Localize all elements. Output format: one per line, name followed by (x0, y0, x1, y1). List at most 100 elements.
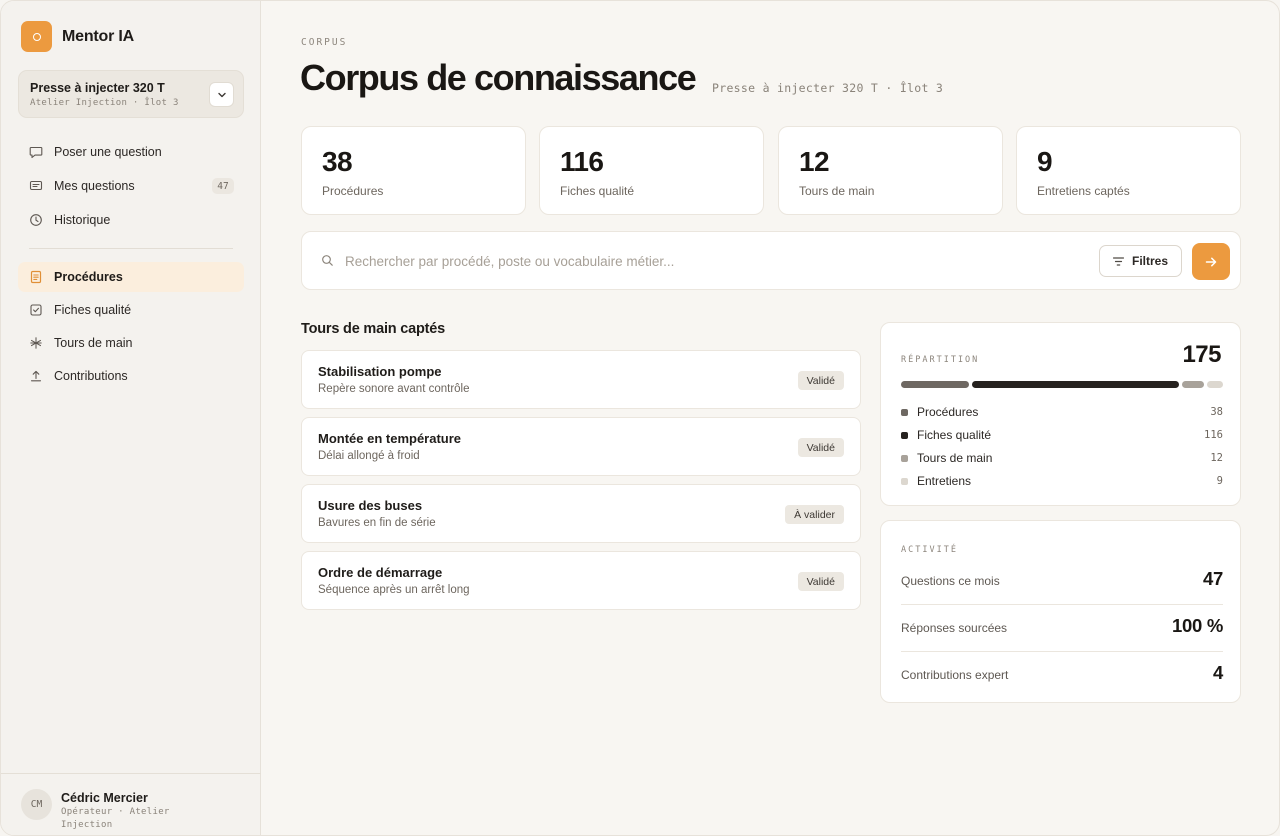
stat-value: 9 (1037, 146, 1053, 177)
nav-item-procedures[interactable]: Procédures (18, 262, 244, 292)
activity-value: 4 (1213, 662, 1223, 683)
nav-item-label: Procédures (54, 270, 123, 284)
chevron-down-icon[interactable] (209, 82, 234, 107)
legend-row: Entretiens 9 (901, 473, 1223, 489)
legend-value: 38 (1210, 406, 1223, 418)
arrow-right-icon (1205, 257, 1217, 266)
stat-label: Fiches qualité (560, 184, 635, 198)
legend-row: Procédures 38 (901, 404, 1223, 420)
activity-label: Questions ce mois (901, 574, 1000, 588)
page-subtitle: Presse à injecter 320 T · Îlot 3 (712, 81, 944, 95)
stat-label: Procédures (322, 184, 384, 198)
user-role: Opérateur · Atelier Injection (61, 807, 170, 830)
search-icon (321, 254, 334, 272)
activity-label: Contributions expert (901, 668, 1009, 682)
user-name: Cédric Mercier (61, 791, 148, 805)
machine-subtitle: Atelier Injection · Îlot 3 (30, 98, 179, 108)
panel-eyebrow: ACTIVITÉ (901, 545, 958, 555)
item-title: Usure des buses (318, 498, 423, 513)
filters-label: Filtres (1131, 254, 1168, 268)
list-item[interactable]: Montée en température Délai allongé à fr… (301, 417, 861, 476)
status-badge: Validé (797, 572, 844, 591)
item-title: Stabilisation pompe (318, 364, 442, 379)
stat-value: 12 (799, 146, 830, 177)
activite-panel: ACTIVITÉ Questions ce mois 47 Réponses s… (880, 520, 1241, 703)
page-title: Corpus de connaissance (300, 57, 697, 98)
app-window: Mentor IA Presse à injecter 320 T Atelie… (0, 0, 1280, 836)
nav-item-tours-de-main[interactable]: Tours de main (18, 328, 244, 358)
legend-label: Entretiens (917, 474, 972, 488)
list-item[interactable]: Stabilisation pompe Repère sonore avant … (301, 350, 861, 409)
nav-item-label: Historique (54, 213, 111, 227)
list-item[interactable]: Ordre de démarrage Séquence après un arr… (301, 551, 861, 610)
filters-button[interactable]: Filtres (1099, 245, 1182, 277)
nav-item-contributions[interactable]: Contributions (18, 361, 244, 391)
nav-divider (29, 248, 233, 249)
stat-label: Tours de main (799, 184, 875, 198)
stat-card-procedures: 38 Procédures (301, 126, 526, 215)
nav-item-label: Contributions (54, 369, 128, 383)
legend-row: Fiches qualité 116 (901, 427, 1223, 443)
sidebar: Mentor IA Presse à injecter 320 T Atelie… (1, 1, 261, 835)
distribution-bar (901, 381, 1223, 388)
status-badge: Validé (797, 371, 844, 390)
activity-value: 100 % (1172, 615, 1223, 636)
section-title: Tours de main captés (301, 321, 445, 337)
distribution-segment (901, 381, 969, 388)
nav-item-fiches-qualite[interactable]: Fiches qualité (18, 295, 244, 325)
machine-selector[interactable]: Presse à injecter 320 T Atelier Injectio… (18, 70, 244, 118)
legend-label: Fiches qualité (917, 428, 992, 442)
legend-swatch (901, 478, 908, 485)
nav-item-ask[interactable]: Poser une question (18, 137, 244, 167)
legend-label: Procédures (917, 405, 979, 419)
nav-secondary: Procédures Fiches qualité Tours de main … (18, 262, 244, 391)
panel-eyebrow: RÉPARTITION (901, 355, 980, 365)
activity-row: Contributions expert 4 (901, 652, 1223, 699)
status-badge: Validé (797, 438, 844, 457)
legend-label: Tours de main (917, 451, 993, 465)
chat-bubble-icon (29, 145, 43, 159)
clock-icon (29, 213, 43, 227)
brand[interactable]: Mentor IA (21, 21, 134, 52)
status-badge: À valider (785, 505, 844, 524)
distribution-segment (1182, 381, 1204, 388)
app-name: Mentor IA (62, 27, 134, 45)
legend-value: 9 (1216, 475, 1223, 487)
stat-card-fiches-qualite: 116 Fiches qualité (539, 126, 764, 215)
user-profile[interactable]: CM Cédric Mercier Opérateur · Atelier In… (1, 773, 261, 835)
machine-title: Presse à injecter 320 T (30, 81, 165, 95)
distribution-segment (971, 381, 1180, 388)
distribution-segment (1206, 381, 1223, 388)
list-item[interactable]: Usure des buses Bavures en fin de série … (301, 484, 861, 543)
message-square-icon (29, 179, 43, 193)
nav-item-label: Tours de main (54, 336, 133, 350)
nav-item-my-questions[interactable]: Mes questions 47 (18, 171, 244, 201)
item-subtitle: Bavures en fin de série (318, 517, 436, 529)
logo-icon (21, 21, 52, 52)
nav-item-label: Fiches qualité (54, 303, 132, 317)
stat-card-tours-de-main: 12 Tours de main (778, 126, 1003, 215)
stat-card-entretiens: 9 Entretiens captés (1016, 126, 1241, 215)
legend-swatch (901, 432, 908, 439)
avatar: CM (21, 789, 52, 820)
panel-total: 175 (1182, 341, 1221, 368)
count-badge: 47 (212, 178, 234, 194)
item-subtitle: Repère sonore avant contrôle (318, 383, 470, 395)
item-title: Ordre de démarrage (318, 565, 443, 580)
nav-item-label: Poser une question (54, 145, 162, 159)
item-subtitle: Délai allongé à froid (318, 450, 420, 462)
search-bar: Filtres (301, 231, 1241, 290)
search-submit-button[interactable] (1192, 243, 1230, 280)
legend-swatch (901, 409, 908, 416)
legend-swatch (901, 455, 908, 462)
asterisk-icon (29, 336, 43, 350)
activity-row: Questions ce mois 47 (901, 558, 1223, 605)
filter-icon (1112, 256, 1124, 266)
upload-icon (29, 369, 43, 383)
nav-item-history[interactable]: Historique (18, 205, 244, 235)
nav-item-label: Mes questions (54, 179, 135, 193)
legend-value: 116 (1204, 429, 1223, 441)
search-input[interactable] (345, 249, 1085, 273)
document-icon (29, 270, 43, 284)
page-eyebrow: CORPUS (301, 37, 348, 48)
